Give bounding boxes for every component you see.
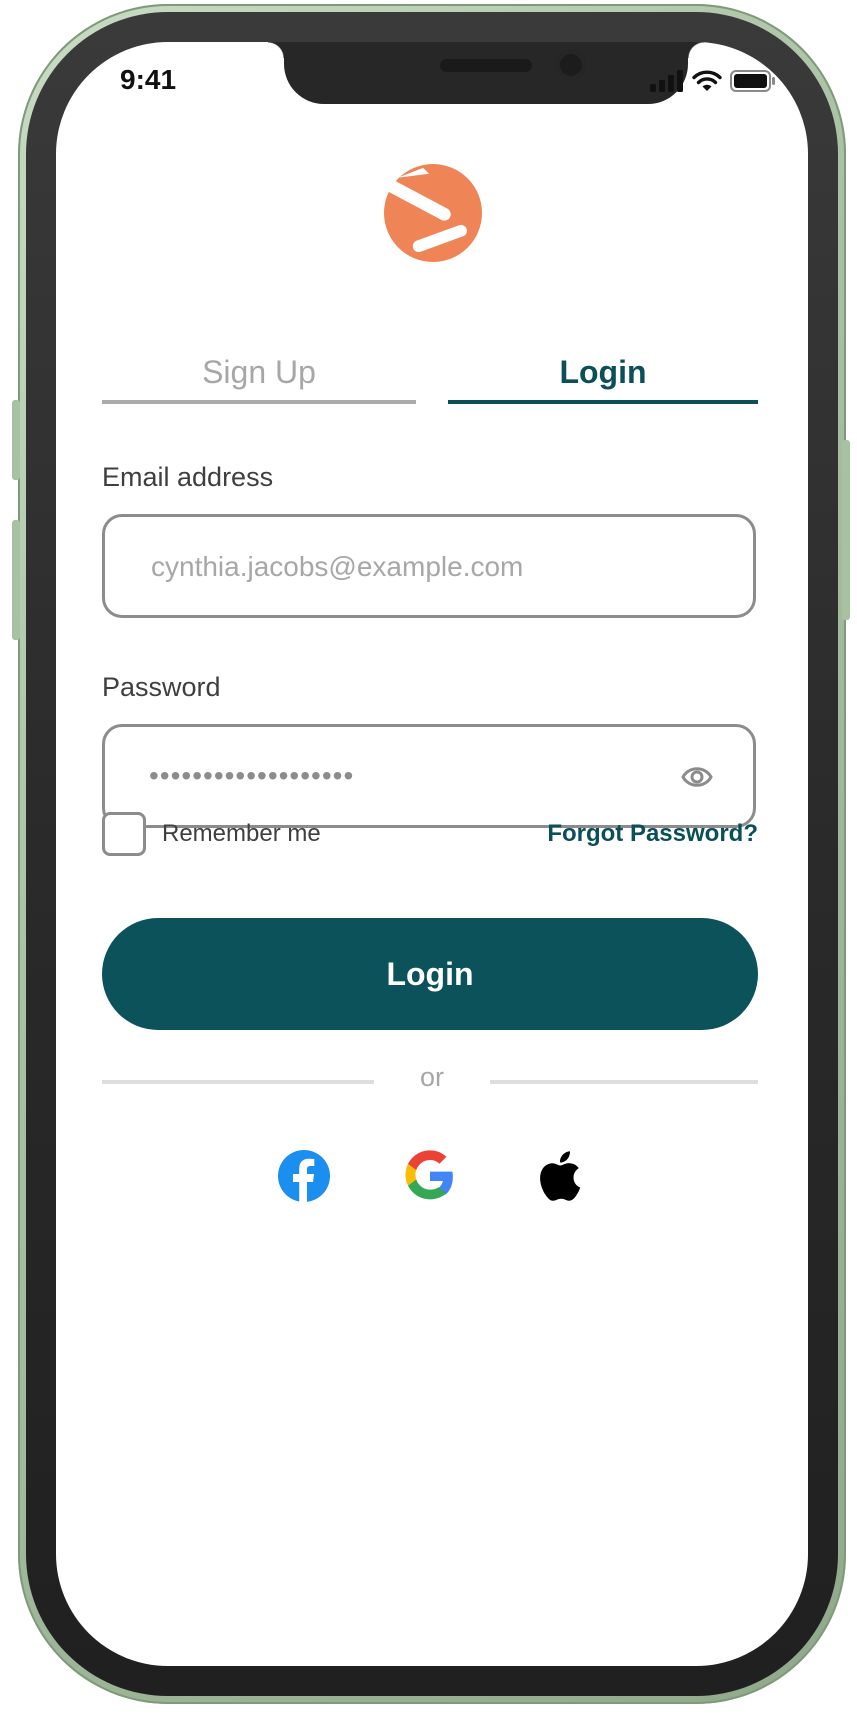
tab-login[interactable]: Login [448, 352, 758, 404]
divider-right [490, 1080, 758, 1084]
email-label: Email address [102, 462, 274, 492]
forgot-password-link[interactable]: Forgot Password? [547, 820, 758, 848]
tab-sign-up[interactable]: Sign Up [102, 352, 416, 404]
apple-icon[interactable] [530, 1148, 586, 1204]
auth-tabs: Sign Up Login [102, 352, 758, 404]
notch [268, 42, 704, 104]
front-camera [556, 50, 586, 80]
remember-me-checkbox[interactable] [102, 812, 146, 856]
volume-up-button [12, 520, 20, 640]
speaker [440, 59, 532, 72]
screen: 9:41 Sign Up Login Email address cynthia… [56, 42, 808, 1666]
email-field-box [102, 514, 756, 618]
login-button[interactable]: Login [102, 918, 758, 1030]
mute-switch [12, 400, 20, 480]
password-label: Password [102, 672, 221, 702]
remember-row: Remember me Forgot Password? [102, 812, 758, 860]
password-masked-value: ••••••••••••••••••• [149, 760, 355, 791]
email-field[interactable] [149, 517, 653, 617]
google-icon[interactable] [402, 1148, 458, 1204]
remember-me-label: Remember me [162, 820, 321, 847]
battery-icon [730, 70, 775, 92]
app-logo-icon [384, 164, 482, 262]
divider-left [102, 1080, 374, 1084]
status-time: 9:41 [120, 64, 177, 95]
cellular-signal-icon [650, 70, 683, 92]
wifi-icon [692, 70, 722, 91]
or-divider-label: or [419, 1062, 444, 1092]
power-button [842, 440, 850, 620]
show-password-eye-icon[interactable] [681, 763, 713, 791]
status-icons [650, 70, 776, 92]
facebook-icon[interactable] [276, 1148, 332, 1204]
